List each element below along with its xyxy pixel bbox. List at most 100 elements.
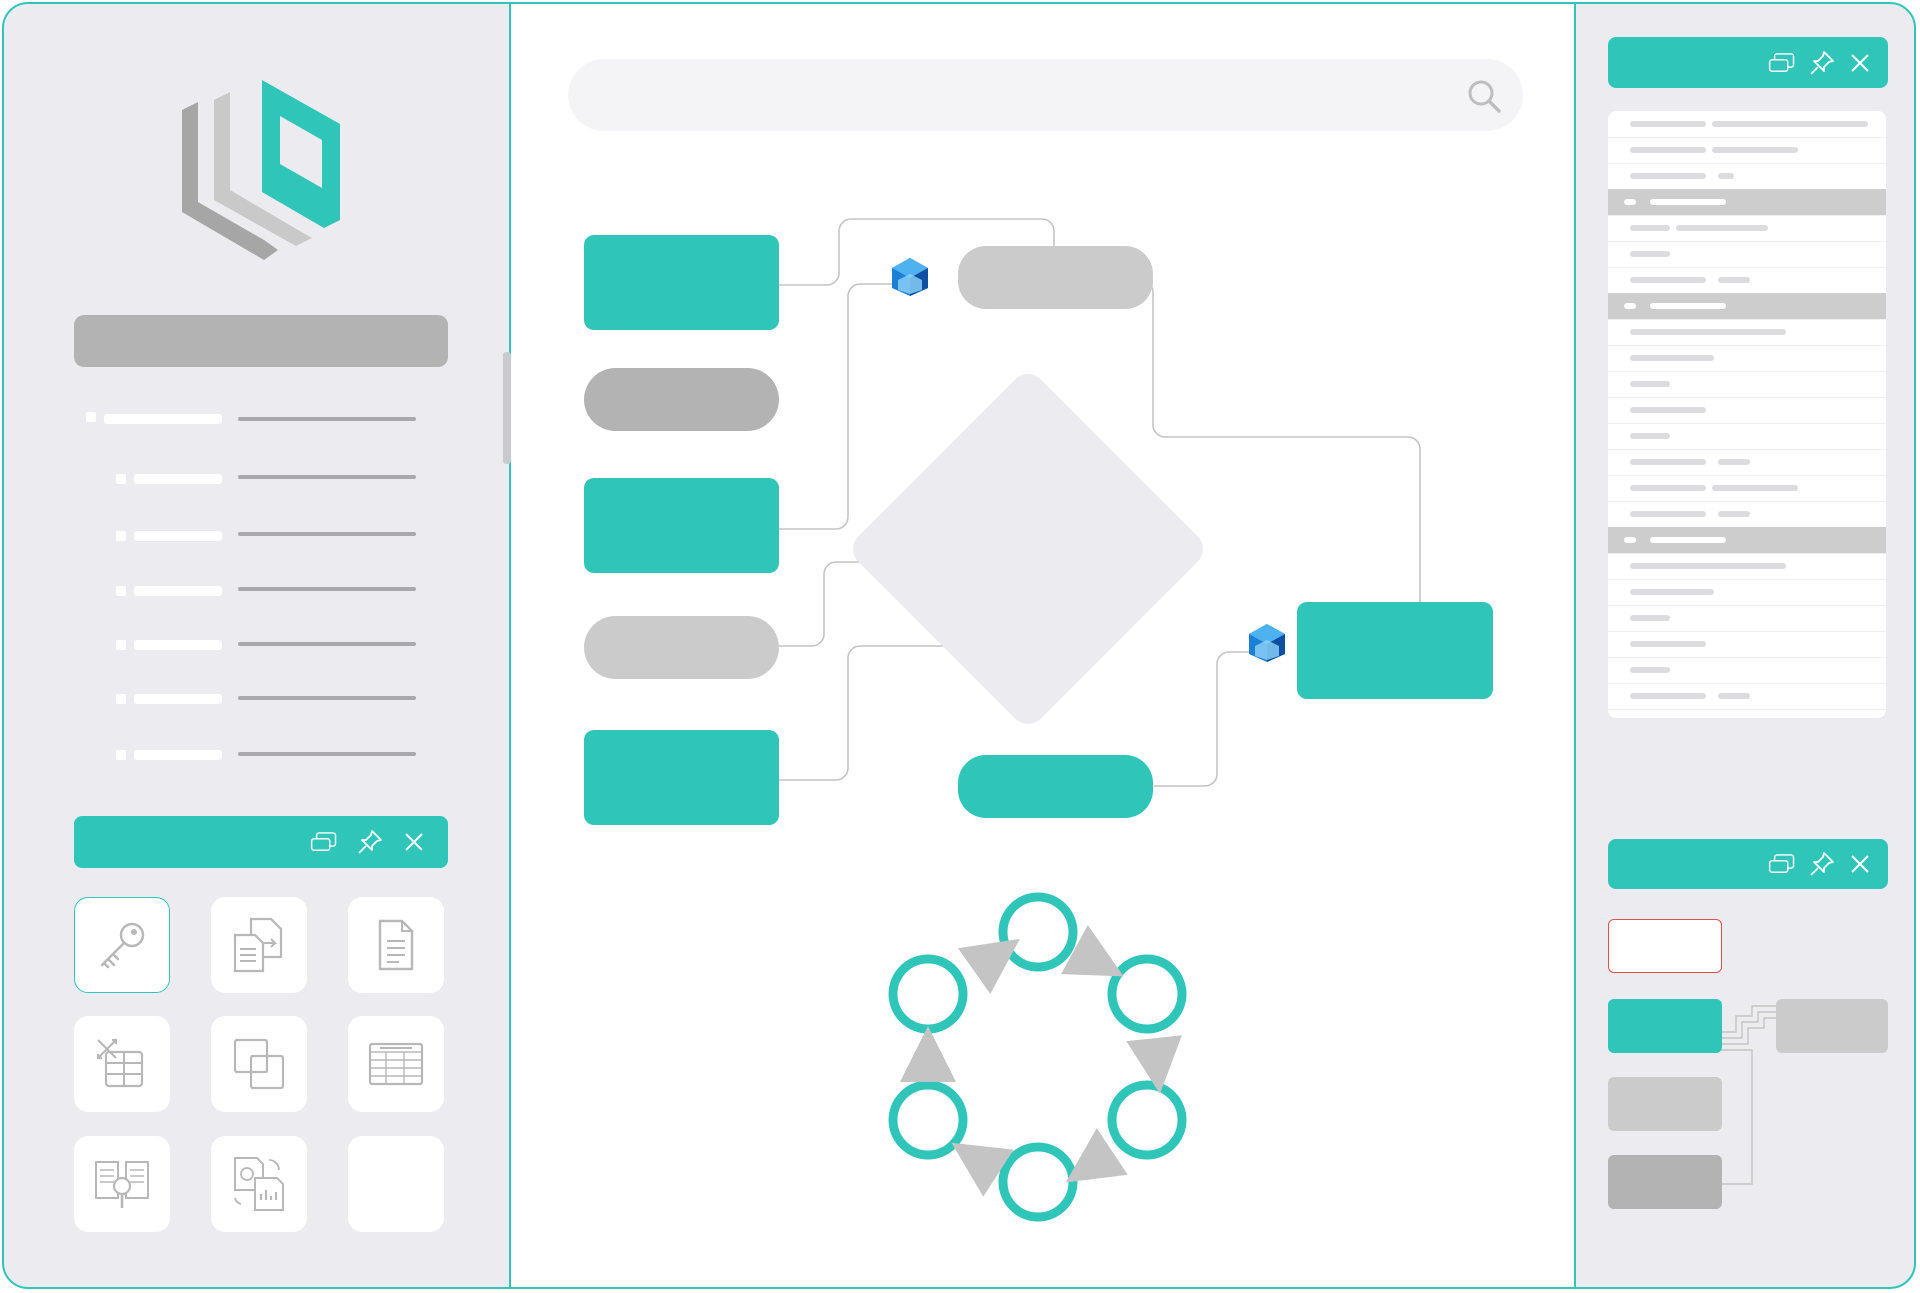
close-icon[interactable] <box>400 816 428 868</box>
right-sidebar <box>1574 4 1916 1289</box>
property-row[interactable] <box>1608 449 1886 476</box>
property-row[interactable] <box>1608 475 1886 502</box>
document-icon <box>378 919 414 971</box>
terminal-node[interactable] <box>584 616 779 679</box>
tree-bullet <box>116 694 126 704</box>
tool-document-search[interactable] <box>74 1136 170 1232</box>
tree-item-value <box>238 417 416 421</box>
cycle-node <box>998 1142 1078 1222</box>
overlap-squares-icon <box>233 1038 285 1090</box>
tree-bullet <box>86 412 96 422</box>
property-row[interactable] <box>1608 553 1886 580</box>
tree-item-value <box>238 642 416 646</box>
property-row[interactable] <box>1608 683 1886 710</box>
property-row[interactable] <box>1608 111 1886 138</box>
close-icon[interactable] <box>1846 37 1874 88</box>
cycle-node <box>888 1080 968 1160</box>
tool-document-transfer[interactable] <box>211 897 307 993</box>
process-node[interactable] <box>1297 602 1493 699</box>
tool-document[interactable] <box>348 897 444 993</box>
cycle-node <box>998 892 1078 972</box>
tree-bullet <box>116 640 126 650</box>
properties-list <box>1608 111 1886 718</box>
property-row[interactable] <box>1608 423 1886 450</box>
tree-item-label <box>134 474 222 484</box>
pin-icon[interactable] <box>1808 839 1836 889</box>
cube-badge-icon <box>1249 624 1285 662</box>
tree-bullet <box>116 586 126 596</box>
property-group-row[interactable] <box>1608 527 1886 554</box>
process-node[interactable] <box>584 478 779 573</box>
terminal-node[interactable] <box>584 368 779 431</box>
tree-item-value <box>238 696 416 700</box>
property-row[interactable] <box>1608 397 1886 424</box>
tool-report-refresh[interactable] <box>211 1136 307 1232</box>
spreadsheet-icon <box>368 1042 424 1086</box>
property-row[interactable] <box>1608 501 1886 528</box>
minimap-node[interactable] <box>1608 999 1722 1053</box>
minimap-node[interactable] <box>1608 1077 1722 1131</box>
tool-spreadsheet[interactable] <box>348 1016 444 1112</box>
tool-key[interactable] <box>74 897 170 993</box>
property-group-row[interactable] <box>1608 189 1886 216</box>
minimap-node-selected[interactable] <box>1608 919 1722 973</box>
property-row[interactable] <box>1608 215 1886 242</box>
arrow-icon <box>1126 1035 1182 1094</box>
arrow-icon <box>1065 1128 1128 1183</box>
property-row[interactable] <box>1608 657 1886 684</box>
property-row[interactable] <box>1608 319 1886 346</box>
tool-table-shuffle[interactable] <box>74 1016 170 1112</box>
process-node[interactable] <box>584 235 779 330</box>
left-sidebar <box>4 4 511 1289</box>
tree-item-label <box>104 414 222 424</box>
property-row[interactable] <box>1608 371 1886 398</box>
tree-item-value <box>238 752 416 756</box>
document-search-icon <box>95 1161 149 1208</box>
tree-item-value <box>238 587 416 591</box>
property-row[interactable] <box>1608 163 1886 190</box>
properties-header <box>1608 37 1888 88</box>
left-resize-handle[interactable] <box>503 352 511 464</box>
minimap-node[interactable] <box>1776 999 1888 1053</box>
empty-tool-slot[interactable] <box>348 1136 444 1232</box>
terminal-node[interactable] <box>958 755 1153 818</box>
property-row[interactable] <box>1608 267 1886 294</box>
tree-item-label <box>134 750 222 760</box>
minimap-header <box>1608 839 1888 889</box>
process-node[interactable] <box>584 730 779 825</box>
restore-window-icon[interactable] <box>1768 839 1796 889</box>
property-row[interactable] <box>1608 579 1886 606</box>
restore-window-icon[interactable] <box>310 816 338 868</box>
tree-item-value <box>238 532 416 536</box>
app-window <box>0 0 1920 1293</box>
cycle-node <box>1107 1080 1187 1160</box>
arrow-icon <box>1061 925 1124 977</box>
tool-overlap-squares[interactable] <box>211 1016 307 1112</box>
close-icon[interactable] <box>1846 839 1874 889</box>
tree-item-label <box>134 586 222 596</box>
cube-badge-icon <box>892 258 928 296</box>
property-group-row[interactable] <box>1608 293 1886 320</box>
property-row[interactable] <box>1608 345 1886 372</box>
cycle-node <box>1107 954 1187 1034</box>
minimap-node[interactable] <box>1608 1155 1722 1209</box>
tree-bullet <box>116 474 126 484</box>
cycle-node <box>888 954 968 1034</box>
terminal-node[interactable] <box>958 246 1153 309</box>
property-row[interactable] <box>1608 605 1886 632</box>
property-row[interactable] <box>1608 137 1886 164</box>
property-row[interactable] <box>1608 631 1886 658</box>
pin-icon[interactable] <box>356 816 384 868</box>
report-refresh-icon <box>234 1157 284 1211</box>
panel-title-bar <box>74 315 448 367</box>
tree-item-label <box>134 531 222 541</box>
document-transfer-icon <box>233 917 283 973</box>
tree-item-label <box>134 640 222 650</box>
key-icon <box>100 922 145 969</box>
layered-cube-logo-icon <box>182 80 340 260</box>
diagram-canvas[interactable] <box>511 4 1574 1289</box>
pin-icon[interactable] <box>1808 37 1836 88</box>
cycle-diagram <box>888 892 1187 1222</box>
property-row[interactable] <box>1608 241 1886 268</box>
restore-window-icon[interactable] <box>1768 37 1796 88</box>
